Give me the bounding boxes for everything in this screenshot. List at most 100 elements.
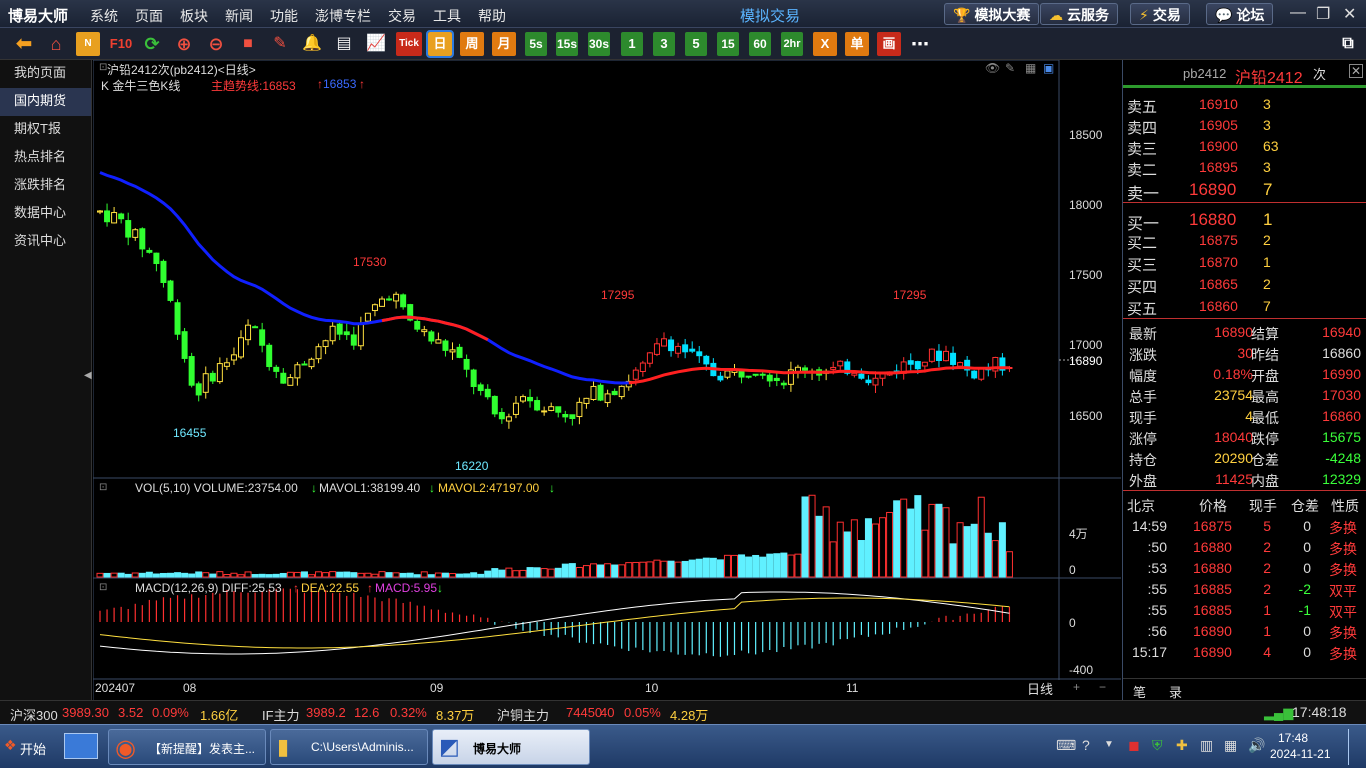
- forum-button[interactable]: 💬 论坛: [1206, 3, 1274, 25]
- vol-expand-icon[interactable]: ⊡: [99, 482, 107, 493]
- period-15m-button[interactable]: 15: [717, 32, 739, 56]
- minimize-icon[interactable]: —: [1290, 4, 1306, 22]
- period-15s-button[interactable]: 15s: [556, 32, 578, 56]
- tray-app1-icon[interactable]: ◼: [1128, 737, 1140, 754]
- show-desktop[interactable]: [1348, 729, 1364, 765]
- period-2hr-button[interactable]: 2hr: [781, 32, 803, 56]
- pen-icon[interactable]: ✎: [268, 32, 292, 56]
- bid-row[interactable]: 买三 16870 1: [1123, 252, 1366, 274]
- order-button[interactable]: 单: [845, 32, 869, 56]
- edit-icon[interactable]: ✎: [1005, 61, 1015, 75]
- tab-records[interactable]: 录: [1169, 682, 1182, 701]
- menu-news[interactable]: 新闻: [225, 6, 253, 26]
- ask-row[interactable]: 卖五 16910 3: [1123, 94, 1366, 116]
- menu-trade[interactable]: 交易: [388, 6, 416, 26]
- close-icon[interactable]: ✕: [1343, 4, 1356, 24]
- menu-system[interactable]: 系统: [90, 6, 118, 26]
- cross-button[interactable]: X: [813, 32, 837, 56]
- menu-function[interactable]: 功能: [270, 6, 298, 26]
- bid-row[interactable]: 买四 16865 2: [1123, 274, 1366, 296]
- menu-tools[interactable]: 工具: [433, 6, 461, 26]
- zoom-in-icon[interactable]: ⊕: [172, 32, 196, 56]
- status-hs300-name[interactable]: 沪深300: [10, 705, 58, 724]
- shield-icon[interactable]: ⛨: [1152, 737, 1163, 754]
- note-icon[interactable]: N: [76, 32, 100, 56]
- menu-help[interactable]: 帮助: [478, 6, 506, 26]
- ask-row[interactable]: 卖一 16890 7: [1123, 178, 1366, 203]
- more-icon[interactable]: ⋯: [908, 32, 932, 56]
- status-cu-name[interactable]: 沪铜主力: [497, 705, 549, 724]
- menu-sector[interactable]: 板块: [180, 6, 208, 26]
- sidebar-item-hot-rank[interactable]: 热点排名: [0, 144, 91, 172]
- tray-arrow-icon[interactable]: ▼: [1104, 739, 1114, 750]
- status-if-name[interactable]: IF主力: [262, 705, 300, 724]
- task-explorer[interactable]: ▮ C:\Users\Adminis...: [270, 729, 428, 765]
- sidebar-item-info-center[interactable]: 资讯中心: [0, 228, 91, 256]
- home-icon[interactable]: ⌂: [44, 32, 68, 56]
- macd-expand-icon[interactable]: ⊡: [99, 582, 107, 593]
- zoom-minus-icon[interactable]: −: [1099, 680, 1106, 694]
- keyboard-icon[interactable]: ⌨: [1056, 737, 1076, 754]
- candle-body: [294, 364, 301, 379]
- zoom-out-icon[interactable]: ⊖: [204, 32, 228, 56]
- window-icon[interactable]: ▣: [1043, 61, 1054, 75]
- restore-icon[interactable]: ⧉: [1336, 32, 1360, 56]
- eye-icon[interactable]: 👁: [985, 61, 1000, 75]
- bid-row[interactable]: 买二 16875 2: [1123, 230, 1366, 252]
- bell-icon[interactable]: 🔔: [300, 32, 324, 56]
- cloud-service-button[interactable]: ☁ 云服务: [1040, 3, 1118, 25]
- trade-button[interactable]: ⚡ 交易: [1130, 3, 1190, 25]
- f10-icon[interactable]: F10: [106, 32, 136, 56]
- period-5m-button[interactable]: 5: [685, 32, 707, 56]
- contest-button[interactable]: 🏆 模拟大赛: [944, 3, 1040, 25]
- period-day-button[interactable]: 日: [426, 30, 454, 58]
- refresh-icon[interactable]: ⟳: [140, 32, 164, 56]
- color-icon[interactable]: ■: [236, 32, 260, 56]
- bid-row[interactable]: 买一 16880 1: [1123, 208, 1366, 233]
- sidebar-item-change-rank[interactable]: 涨跌排名: [0, 172, 91, 200]
- tab-trades[interactable]: 笔: [1133, 682, 1146, 701]
- network-icon[interactable]: ▦: [1224, 737, 1237, 754]
- tick-button[interactable]: Tick: [396, 32, 422, 56]
- chart-icon[interactable]: 📈: [364, 32, 388, 56]
- volume-icon[interactable]: 🔊: [1248, 737, 1265, 754]
- period-1m-button[interactable]: 1: [621, 32, 643, 56]
- period-3m-button[interactable]: 3: [653, 32, 675, 56]
- sidebar-item-options[interactable]: 期权T报: [0, 116, 91, 144]
- ask-row[interactable]: 卖三 16900 63: [1123, 136, 1366, 158]
- period-30s-button[interactable]: 30s: [588, 32, 610, 56]
- task-browser[interactable]: ◉ 【新提醒】发表主...: [108, 729, 266, 765]
- bid-row[interactable]: 买五 16860 7: [1123, 296, 1366, 318]
- ask-row[interactable]: 卖四 16905 3: [1123, 115, 1366, 137]
- menu-pengbo[interactable]: 澎博专栏: [315, 6, 371, 26]
- desktop-icon[interactable]: [64, 733, 98, 759]
- period-month-button[interactable]: 月: [492, 32, 516, 56]
- period-5s-button[interactable]: 5s: [525, 32, 547, 56]
- volume-bar: [315, 571, 323, 578]
- kline-chart[interactable]: [93, 60, 1121, 700]
- ask-row[interactable]: 卖二 16895 3: [1123, 157, 1366, 179]
- menu-page[interactable]: 页面: [135, 6, 163, 26]
- tab-daily[interactable]: 日线: [1027, 679, 1053, 698]
- close-panel-icon[interactable]: ✕: [1349, 64, 1363, 78]
- sidebar-item-data-center[interactable]: 数据中心: [0, 200, 91, 228]
- expand-icon[interactable]: ⊡: [99, 62, 107, 73]
- period-week-button[interactable]: 周: [460, 32, 484, 56]
- start-button[interactable]: ❖ 开始: [2, 731, 50, 763]
- chart-area[interactable]: 沪铅2412次(pb2412)<日线> ⊡ 👁 ✎ ▦ ▣ K 金牛三色K线 主…: [93, 60, 1121, 700]
- period-60m-button[interactable]: 60: [749, 32, 771, 56]
- sidebar-item-domestic-futures[interactable]: 国内期货: [0, 88, 91, 116]
- tray-app2-icon[interactable]: ✚: [1176, 737, 1188, 754]
- collapse-arrow-icon[interactable]: ◀: [84, 370, 92, 381]
- maximize-icon[interactable]: ❐: [1316, 4, 1330, 24]
- table-icon[interactable]: ▤: [332, 32, 356, 56]
- task-boyi[interactable]: ◩ 博易大师: [432, 729, 590, 765]
- help-icon[interactable]: ?: [1082, 737, 1090, 753]
- layout-icon[interactable]: ▦: [1025, 61, 1036, 75]
- draw-button[interactable]: 画: [877, 32, 901, 56]
- zoom-plus-icon[interactable]: +: [1073, 680, 1080, 694]
- tray-app3-icon[interactable]: ▥: [1200, 737, 1213, 754]
- sidebar-item-my-page[interactable]: 我的页面: [0, 60, 91, 88]
- candle-body: [97, 210, 103, 213]
- back-arrow-icon[interactable]: ⬅: [12, 32, 36, 56]
